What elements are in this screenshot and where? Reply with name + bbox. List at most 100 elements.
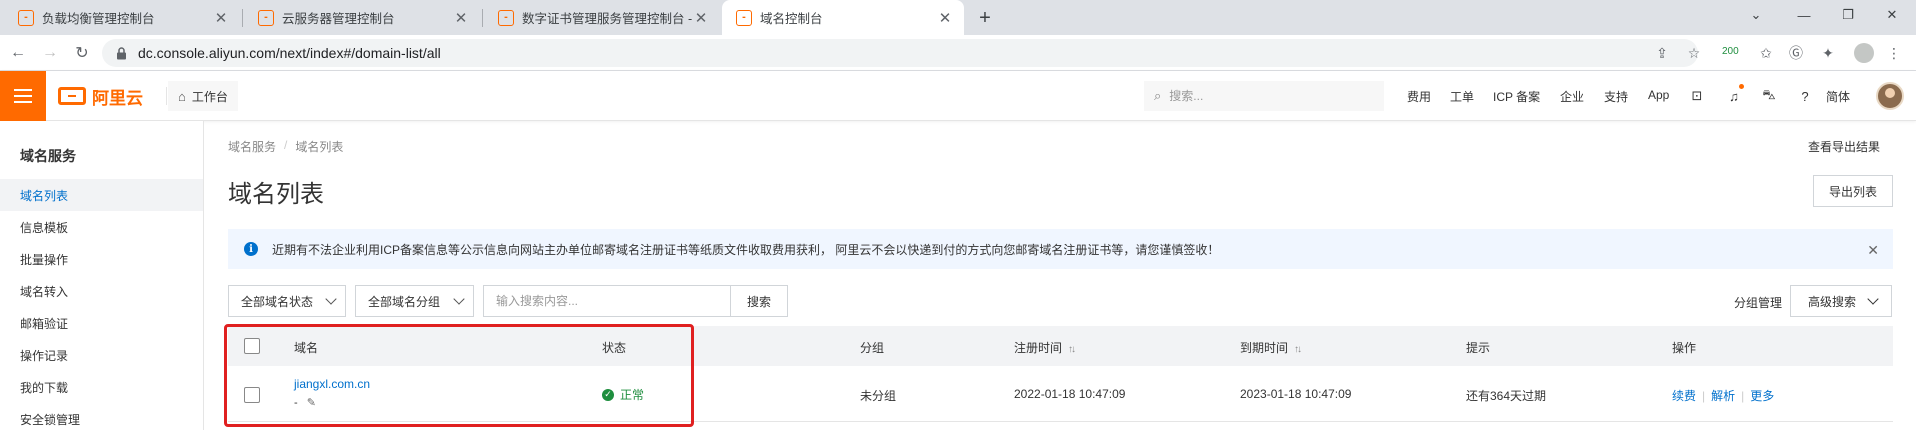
close-icon[interactable]: ✕ (936, 9, 954, 27)
sidebar-item-security-lock[interactable]: 安全锁管理 (0, 403, 203, 435)
hint-cell: 还有364天过期 (1466, 389, 1547, 403)
help-icon[interactable]: ? (1796, 87, 1814, 105)
sidebar-item-email-verify[interactable]: 邮箱验证 (0, 307, 203, 339)
close-icon[interactable]: ✕ (692, 9, 710, 27)
column-header-actions: 操作 (1672, 341, 1697, 355)
tab-title: 负载均衡管理控制台 (42, 12, 155, 26)
sidebar-item-info-template[interactable]: 信息模板 (0, 211, 203, 243)
forward-arrow-icon[interactable]: → (37, 40, 63, 66)
bookmark-star-icon[interactable]: ☆ (1684, 43, 1704, 63)
page-title: 域名列表 (228, 181, 324, 208)
expires-header-label: 到期时间 (1240, 341, 1289, 355)
workbench-button[interactable]: ⌂ 工作台 (168, 81, 238, 111)
domain-status-value: 全部域名状态 (241, 294, 314, 309)
url-text: dc.console.aliyun.com/next/index#/domain… (138, 45, 441, 61)
console-search-input[interactable] (1169, 89, 1360, 103)
registered-time-cell: 2022-01-18 10:47:09 (1014, 387, 1126, 401)
tab-title: 数字证书管理服务管理控制台 - SSL (522, 12, 692, 26)
terminal-icon[interactable]: ⊡ (1688, 87, 1706, 105)
user-avatar[interactable] (1876, 82, 1904, 110)
extension-g-icon[interactable]: Ⓖ (1786, 43, 1806, 63)
dns-resolve-link[interactable]: 解析 (1711, 389, 1735, 403)
logo-text: 阿里云 (92, 88, 143, 108)
menu-hamburger-icon[interactable] (0, 71, 46, 121)
advanced-search-label: 高级搜索 (1808, 294, 1857, 309)
lock-icon[interactable] (114, 46, 128, 60)
sidebar-item-op-log[interactable]: 操作记录 (0, 339, 203, 371)
domain-search-input[interactable] (496, 294, 716, 308)
extension-star-icon[interactable]: ✩ (1756, 43, 1776, 63)
sort-icon[interactable]: ↑↓ (1068, 344, 1076, 355)
action-separator: | (1702, 389, 1706, 403)
nav-item-icp[interactable]: ICP 备案 (1493, 88, 1540, 105)
back-arrow-icon[interactable]: ← (5, 40, 31, 66)
advanced-search-button[interactable]: 高级搜索 (1790, 285, 1892, 317)
renew-link[interactable]: 续费 (1672, 389, 1696, 403)
window-close-icon[interactable]: ✕ (1864, 0, 1916, 30)
nav-divider (166, 87, 167, 105)
domain-group-dropdown[interactable]: 全部域名分组 (355, 285, 474, 317)
console-top-nav: 阿里云 ⌂ 工作台 ⌕ 费用 工单 ICP 备案 企业 支持 App ⊡ ♫ ⛍… (0, 71, 1916, 121)
domain-search-field[interactable] (483, 285, 731, 317)
sidebar-item-downloads[interactable]: 我的下载 (0, 371, 203, 403)
extension-badge[interactable]: 200 (1722, 46, 1739, 57)
console-search[interactable]: ⌕ (1144, 81, 1384, 111)
tab-separator (482, 9, 483, 27)
nav-item-ticket[interactable]: 工单 (1450, 88, 1474, 105)
new-tab-icon[interactable]: + (972, 5, 998, 31)
extensions-puzzle-icon[interactable]: ✦ (1818, 43, 1838, 63)
sort-icon[interactable]: ↑↓ (1294, 344, 1302, 355)
sidebar-item-transfer-in[interactable]: 域名转入 (0, 275, 203, 307)
view-export-result-link[interactable]: 查看导出结果 (1808, 138, 1880, 155)
domain-group-value: 全部域名分组 (368, 294, 441, 309)
reload-icon[interactable]: ↻ (69, 40, 95, 66)
aliyun-favicon-icon: - (498, 9, 514, 26)
browser-tab-2[interactable]: - 云服务器管理控制台 ✕ (244, 0, 480, 35)
browser-tab-1[interactable]: - 负载均衡管理控制台 ✕ (4, 0, 240, 35)
browser-tab-4-active[interactable]: - 域名控制台 ✕ (722, 0, 964, 35)
close-icon[interactable]: ✕ (1867, 242, 1879, 259)
chevron-down-icon (1867, 293, 1879, 305)
browser-tab-3[interactable]: - 数字证书管理服务管理控制台 - SSL ✕ (484, 0, 720, 35)
bell-icon[interactable]: ♫ (1725, 87, 1743, 105)
browser-profile-avatar[interactable] (1854, 43, 1874, 63)
address-bar[interactable]: dc.console.aliyun.com/next/index#/domain… (102, 39, 1698, 67)
info-icon: i (244, 242, 258, 256)
nav-item-app[interactable]: App (1648, 88, 1669, 102)
domain-status-dropdown[interactable]: 全部域名状态 (228, 285, 346, 317)
language-switch[interactable]: 简体 (1826, 88, 1850, 105)
browser-tab-strip: - 负载均衡管理控制台 ✕ - 云服务器管理控制台 ✕ - 数字证书管理服务管理… (0, 0, 1916, 35)
registered-header-label: 注册时间 (1014, 341, 1063, 355)
close-icon[interactable]: ✕ (452, 9, 470, 27)
column-header-expires[interactable]: 到期时间 ↑↓ (1240, 339, 1302, 356)
browser-toolbar: ← → ↻ dc.console.aliyun.com/next/index#/… (0, 35, 1916, 71)
close-icon[interactable]: ✕ (212, 9, 230, 27)
tab-title: 云服务器管理控制台 (282, 12, 395, 26)
cart-icon[interactable]: ⛍ (1760, 87, 1778, 105)
annotation-highlight-box (224, 324, 694, 427)
column-header-registered[interactable]: 注册时间 ↑↓ (1014, 339, 1076, 356)
breadcrumb-item-domain-service[interactable]: 域名服务 (228, 138, 276, 155)
aliyun-logo[interactable]: 阿里云 (58, 85, 143, 108)
nav-item-enterprise[interactable]: 企业 (1560, 88, 1584, 105)
nav-item-billing[interactable]: 费用 (1407, 88, 1431, 105)
group-cell: 未分组 (860, 389, 897, 403)
more-link[interactable]: 更多 (1750, 389, 1774, 403)
aliyun-favicon-icon: - (18, 9, 34, 26)
chevron-down-icon (325, 293, 337, 305)
browser-menu-icon[interactable]: ⋮ (1884, 43, 1904, 63)
export-list-button[interactable]: 导出列表 (1813, 175, 1893, 207)
tab-separator (242, 9, 243, 27)
nav-item-support[interactable]: 支持 (1604, 88, 1628, 105)
sidebar-item-domain-list[interactable]: 域名列表 (0, 179, 203, 211)
group-manage-link[interactable]: 分组管理 (1734, 294, 1782, 311)
workbench-label: 工作台 (191, 89, 228, 104)
aliyun-logo-mark-icon (58, 87, 86, 105)
notice-banner: i 近期有不法企业利用ICP备案信息等公示信息向网站主办单位邮寄域名注册证书等纸… (228, 229, 1893, 269)
column-header-hint: 提示 (1466, 341, 1491, 355)
tab-title: 域名控制台 (760, 12, 823, 26)
breadcrumb-item-domain-list: 域名列表 (295, 140, 344, 154)
share-icon[interactable]: ⇪ (1652, 43, 1672, 63)
search-button[interactable]: 搜索 (730, 285, 788, 317)
sidebar-item-batch-ops[interactable]: 批量操作 (0, 243, 203, 275)
